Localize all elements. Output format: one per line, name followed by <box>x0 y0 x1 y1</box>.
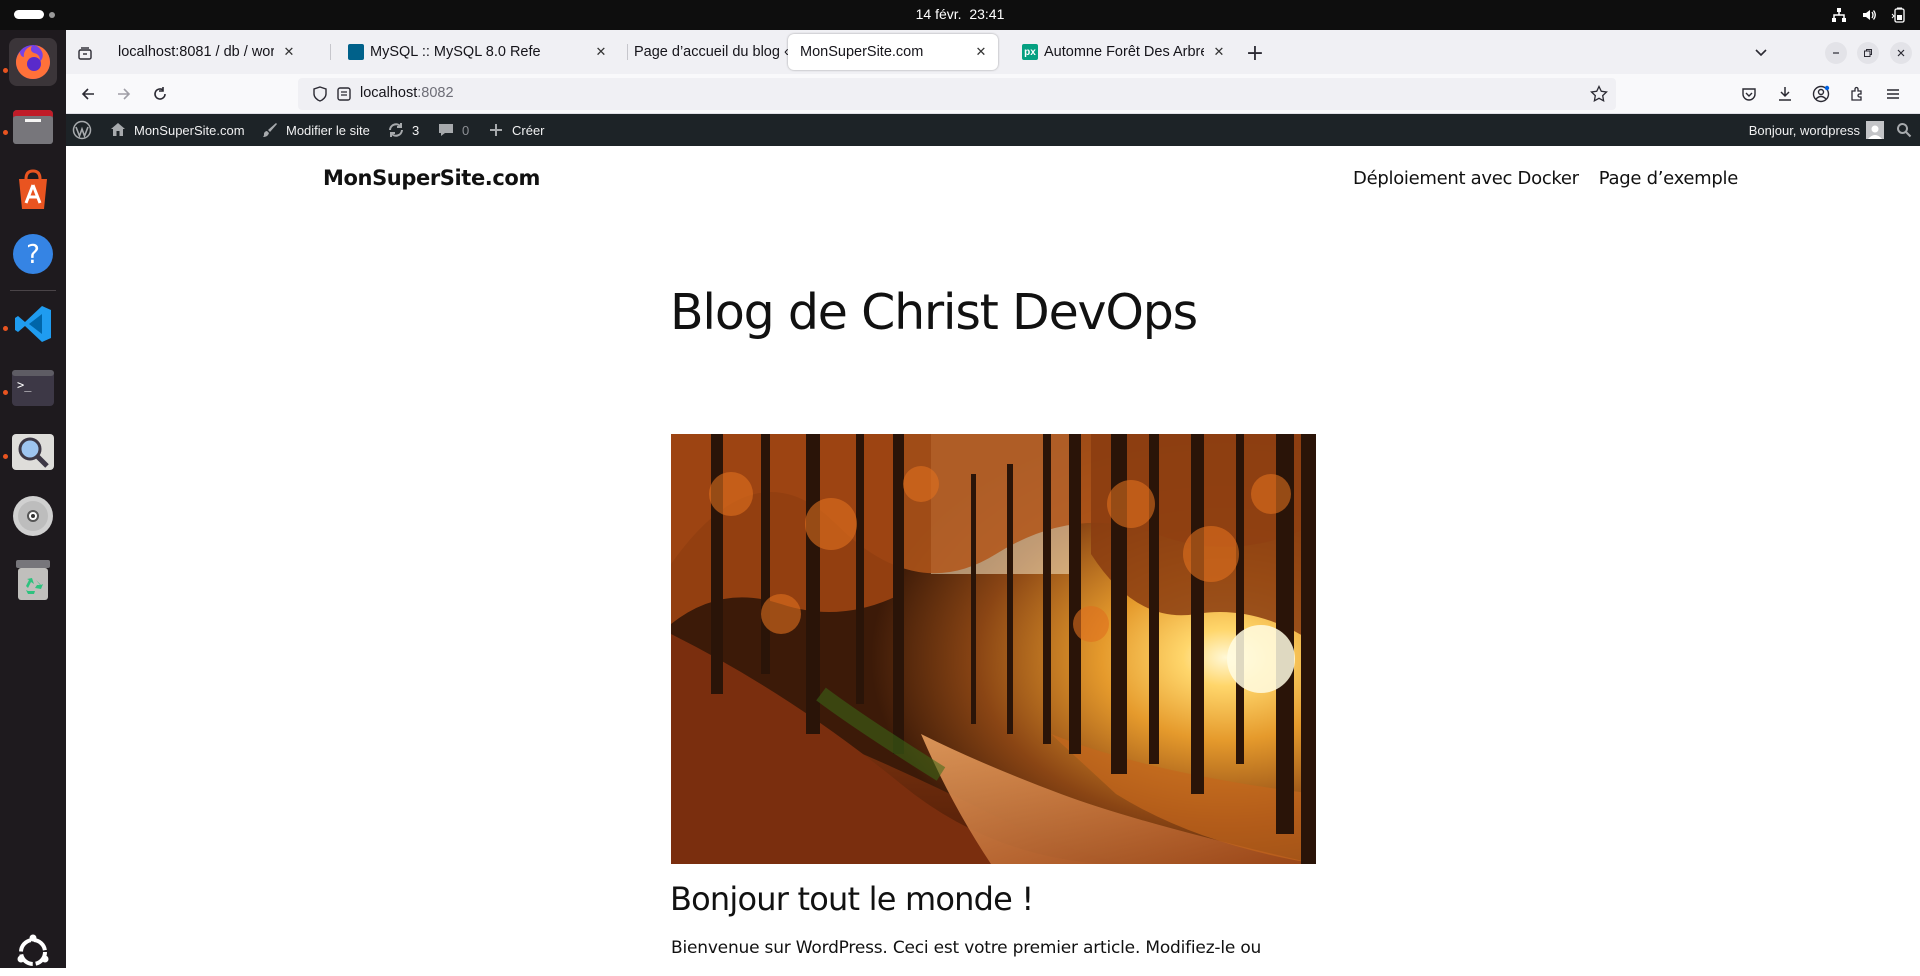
wp-admin-bar: MonSuperSite.com Modifier le site 3 0 Cr… <box>66 114 1920 146</box>
terminal-icon[interactable]: >_ <box>9 364 57 412</box>
wp-updates-count: 3 <box>412 122 420 138</box>
clock[interactable]: 14 févr. 23:41 <box>0 6 1920 22</box>
system-top-bar: 14 févr. 23:41 <box>0 0 1920 30</box>
app-center-icon[interactable] <box>9 166 57 214</box>
search-icon <box>1894 120 1914 140</box>
wp-edit-site-link[interactable]: Modifier le site <box>260 114 370 146</box>
featured-image[interactable] <box>671 434 1316 864</box>
tab-close-icon[interactable]: ✕ <box>972 43 990 61</box>
wp-my-account-menu[interactable]: Bonjour, wordpress <box>1749 114 1884 146</box>
tab-close-icon[interactable]: ✕ <box>592 43 610 61</box>
nav-link-docker-deployment[interactable]: Déploiement avec Docker <box>1353 168 1579 189</box>
pocket-icon[interactable] <box>1735 80 1763 108</box>
wp-greeting-label: Bonjour, wordpress <box>1748 122 1860 138</box>
tab-close-icon[interactable]: ✕ <box>1210 43 1228 61</box>
close-window-icon[interactable] <box>1890 42 1912 64</box>
minimize-icon[interactable] <box>1825 42 1847 64</box>
svg-text:>_: >_ <box>17 378 32 392</box>
wp-logo-menu[interactable] <box>72 114 92 146</box>
vscode-icon[interactable] <box>9 300 57 348</box>
tab-bar: localhost:8081 / db / wordpr ✕ MySQL :: … <box>66 30 1920 74</box>
list-all-tabs-icon[interactable] <box>1749 41 1773 65</box>
wp-new-content-menu[interactable]: Créer <box>486 114 545 146</box>
search-tool-icon[interactable] <box>9 428 57 476</box>
volume-icon[interactable] <box>1860 6 1878 24</box>
wp-site-name-menu[interactable]: MonSuperSite.com <box>108 114 245 146</box>
wp-edit-site-label: Modifier le site <box>286 122 370 138</box>
menu-icon[interactable] <box>1879 80 1907 108</box>
battery-icon[interactable] <box>1890 6 1908 24</box>
dock: ? >_ <box>0 30 66 968</box>
downloads-icon[interactable] <box>1771 80 1799 108</box>
forward-button[interactable] <box>110 80 138 108</box>
home-icon <box>108 120 128 140</box>
plus-icon <box>486 120 506 140</box>
page-info-icon[interactable] <box>336 86 352 106</box>
firefox-window: localhost:8081 / db / wordpr ✕ MySQL :: … <box>66 30 1920 968</box>
post-title[interactable]: Bonjour tout le monde ! <box>670 880 1034 918</box>
system-tray[interactable] <box>1830 6 1908 24</box>
site-navigation: Déploiement avec Docker Page d’exemple <box>1353 168 1738 189</box>
back-button[interactable] <box>74 80 102 108</box>
wp-updates-link[interactable]: 3 <box>386 114 419 146</box>
url-bar[interactable]: localhost:8082 <box>298 78 1616 110</box>
running-indicator <box>3 326 8 331</box>
running-indicator <box>3 68 8 73</box>
tab-autumn-forest[interactable]: px Automne Forêt Des Arbre ✕ <box>1010 34 1236 70</box>
tab-mysql-reference[interactable]: MySQL :: MySQL 8.0 Refe ✕ <box>336 34 618 70</box>
firefox-icon[interactable] <box>9 38 57 86</box>
mysql-favicon-icon <box>348 44 364 60</box>
page-content: MonSuperSite.com Déploiement avec Docker… <box>66 146 1920 968</box>
paintbrush-icon <box>260 120 280 140</box>
wp-new-label: Créer <box>512 122 545 138</box>
updates-icon <box>386 120 406 140</box>
running-indicator <box>3 454 8 459</box>
bookmark-star-icon[interactable] <box>1590 84 1608 107</box>
trash-icon[interactable] <box>9 556 57 604</box>
new-tab-button[interactable]: + <box>1243 41 1267 66</box>
post-excerpt: Bienvenue sur WordPress. Ceci est votre … <box>671 938 1262 958</box>
avatar <box>1866 121 1884 139</box>
wp-comments-count: 0 <box>462 122 470 138</box>
restore-icon[interactable] <box>1857 42 1879 64</box>
wp-site-name-label: MonSuperSite.com <box>134 122 245 138</box>
svg-text:?: ? <box>26 240 40 270</box>
disc-icon[interactable] <box>9 492 57 540</box>
url-host: localhost <box>360 85 418 101</box>
account-icon[interactable] <box>1807 80 1835 108</box>
nav-link-sample-page[interactable]: Page d’exemple <box>1599 168 1739 189</box>
help-icon[interactable]: ? <box>9 230 57 278</box>
url-port: :8082 <box>417 85 454 101</box>
wordpress-logo-icon <box>72 120 92 140</box>
extensions-icon[interactable] <box>1843 80 1871 108</box>
comment-icon <box>436 120 456 140</box>
running-indicator <box>3 130 8 135</box>
wp-comments-link[interactable]: 0 <box>436 114 469 146</box>
pexels-favicon-icon: px <box>1022 44 1038 60</box>
tab-label: MySQL :: MySQL 8.0 Refe <box>370 44 541 60</box>
reload-button[interactable] <box>146 80 174 108</box>
tracking-protection-icon[interactable] <box>312 86 328 106</box>
show-apps-icon[interactable] <box>9 928 57 976</box>
tab-phpmyadmin[interactable]: localhost:8081 / db / wordpr ✕ <box>106 34 306 70</box>
tab-groups-icon[interactable] <box>74 42 96 64</box>
activities-button[interactable] <box>14 10 55 19</box>
site-title[interactable]: MonSuperSite.com <box>323 166 540 190</box>
tab-label: localhost:8081 / db / wordpr <box>118 44 274 60</box>
tab-monsupersite[interactable]: MonSuperSite.com ✕ <box>788 34 998 70</box>
network-icon[interactable] <box>1830 6 1848 24</box>
wp-search-button[interactable] <box>1894 114 1914 146</box>
url-text[interactable]: localhost:8082 <box>360 85 454 101</box>
workspace-indicator <box>49 11 55 18</box>
navigation-toolbar: localhost:8082 <box>66 74 1920 114</box>
tab-label: Automne Forêt Des Arbre <box>1044 44 1204 60</box>
files-icon[interactable] <box>9 102 57 150</box>
tab-close-icon[interactable]: ✕ <box>280 43 298 61</box>
workspace-indicator-active <box>14 10 44 19</box>
running-indicator <box>3 390 8 395</box>
tab-label: MonSuperSite.com <box>800 44 924 60</box>
blog-title: Blog de Christ DevOps <box>670 284 1198 341</box>
